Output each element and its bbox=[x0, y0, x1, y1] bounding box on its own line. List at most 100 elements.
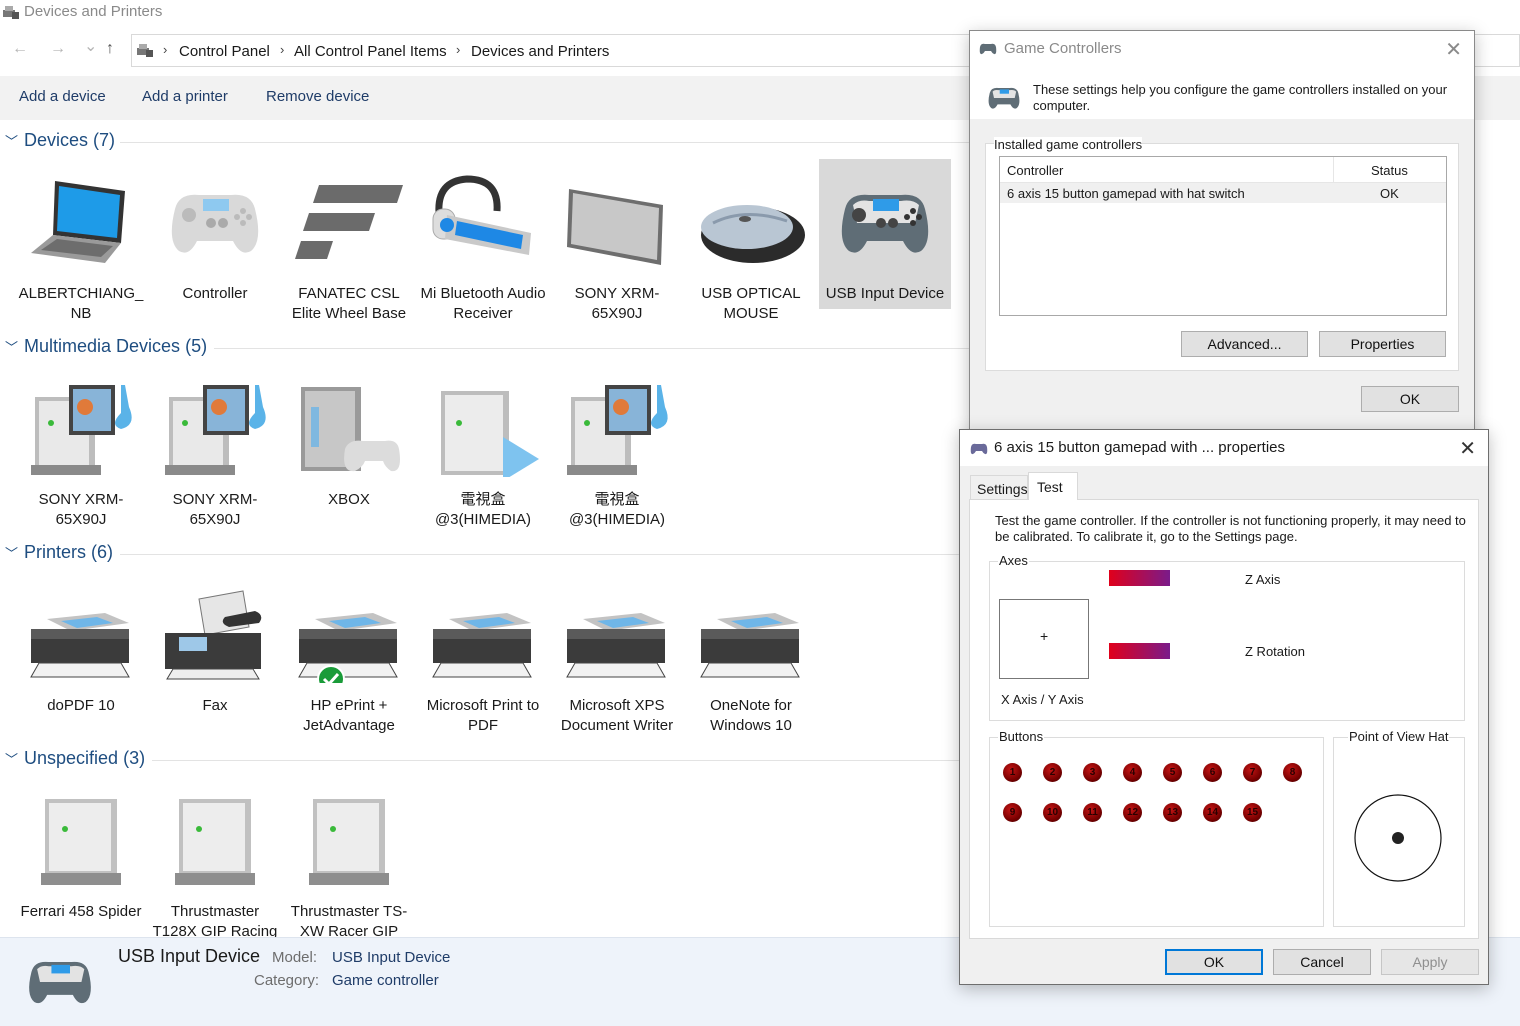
add-device-button[interactable]: Add a device bbox=[19, 88, 106, 105]
group-header-printers[interactable]: ﹀ Printers (6) bbox=[0, 542, 980, 568]
breadcrumb-all-items[interactable]: All Control Panel Items bbox=[294, 43, 447, 60]
printer-icon bbox=[561, 583, 673, 683]
device-tile[interactable]: Mi Bluetooth Audio Receiver bbox=[417, 159, 549, 322]
group-header-devices[interactable]: ﹀ Devices (7) bbox=[0, 130, 980, 156]
group-label: Installed game controllers bbox=[994, 137, 1143, 152]
device-tile[interactable]: HP ePrint + JetAdvantage bbox=[283, 571, 415, 734]
cancel-button[interactable]: Cancel bbox=[1273, 949, 1371, 975]
close-icon[interactable]: ✕ bbox=[1445, 37, 1462, 62]
gamepad-button-indicator: 3 bbox=[1083, 763, 1102, 782]
ok-button[interactable]: OK bbox=[1361, 386, 1459, 412]
device-tile[interactable]: 電視盒 @3(HIMEDIA) bbox=[417, 365, 549, 528]
gamepad-button-indicator: 1 bbox=[1003, 763, 1022, 782]
properties-button[interactable]: Properties bbox=[1319, 331, 1446, 357]
printer-icon bbox=[427, 583, 539, 683]
media-server-icon bbox=[159, 377, 271, 477]
monitor-icon bbox=[561, 171, 673, 271]
device-tile[interactable]: XBOX bbox=[283, 365, 415, 515]
tower-icon bbox=[159, 789, 271, 889]
device-label: Controller bbox=[182, 285, 248, 302]
installed-controllers-group: Installed game controllers Controller St… bbox=[985, 137, 1459, 371]
group-header-unspecified[interactable]: ﹀ Unspecified (3) bbox=[0, 748, 980, 774]
group-count: (6) bbox=[91, 542, 114, 562]
chevron-down-icon: ﹀ bbox=[5, 340, 19, 355]
device-tile[interactable]: 電視盒 @3(HIMEDIA) bbox=[551, 365, 683, 528]
device-label: Microsoft XPS Document Writer bbox=[560, 697, 674, 734]
column-header-status[interactable]: Status bbox=[1371, 163, 1408, 178]
window-titlebar: Devices and Printers bbox=[0, 0, 1520, 26]
advanced-button[interactable]: Advanced... bbox=[1181, 331, 1308, 357]
device-tile[interactable]: Ferrari 458 Spider bbox=[15, 777, 147, 927]
device-tile[interactable]: USB OPTICAL MOUSE bbox=[685, 159, 817, 322]
chevron-down-icon: ﹀ bbox=[5, 546, 19, 561]
controller-status: OK bbox=[1380, 186, 1399, 201]
tab-test[interactable]: Test bbox=[1028, 472, 1078, 500]
device-label: Fax bbox=[202, 697, 228, 714]
up-arrow-icon[interactable]: ↑ bbox=[106, 40, 114, 58]
device-tile[interactable]: SONY XRM-65X90J bbox=[149, 365, 281, 528]
xy-crosshair: + bbox=[1040, 628, 1049, 644]
group-name: Devices bbox=[24, 130, 89, 150]
breadcrumb-control-panel[interactable]: Control Panel bbox=[179, 43, 270, 60]
device-tile[interactable]: SONY XRM-65X90J bbox=[15, 365, 147, 528]
recent-locations-chevron-icon[interactable]: ⌄ bbox=[84, 36, 97, 56]
device-tile[interactable]: Fax bbox=[149, 571, 281, 721]
device-label: 電視盒 @3(HIMEDIA) bbox=[434, 491, 532, 528]
device-label: Thrustmaster TS-XW Racer GIP bbox=[290, 903, 408, 940]
gamepad-button-indicator: 12 bbox=[1123, 803, 1142, 822]
details-model-value: USB Input Device bbox=[332, 949, 451, 966]
device-tile[interactable]: SONY XRM-65X90J bbox=[551, 159, 683, 322]
remove-device-button[interactable]: Remove device bbox=[266, 88, 369, 105]
pov-hat-label: Point of View Hat bbox=[1348, 729, 1450, 744]
group-header-multimedia[interactable]: ﹀ Multimedia Devices (5) bbox=[0, 336, 980, 362]
chevron-down-icon: ﹀ bbox=[5, 752, 19, 767]
device-tile[interactable]: Microsoft XPS Document Writer bbox=[551, 571, 683, 734]
gamepad-icon bbox=[829, 171, 941, 271]
device-tile[interactable]: FANATEC CSL Elite Wheel Base bbox=[283, 159, 415, 322]
details-device-name: USB Input Device bbox=[118, 946, 261, 966]
mouse-icon bbox=[695, 171, 807, 271]
details-category-value: Game controller bbox=[332, 972, 439, 989]
details-model-label: Model: bbox=[272, 949, 318, 966]
device-label: HP ePrint + JetAdvantage bbox=[303, 697, 395, 734]
table-row[interactable]: 6 axis 15 button gamepad with hat switch… bbox=[1000, 183, 1446, 203]
z-axis-label: Z Axis bbox=[1245, 572, 1281, 587]
tower-icon bbox=[25, 789, 137, 889]
close-icon[interactable]: ✕ bbox=[1459, 436, 1476, 461]
ok-button[interactable]: OK bbox=[1165, 949, 1263, 975]
device-label: XBOX bbox=[328, 491, 370, 508]
gamepad-icon bbox=[20, 952, 100, 1016]
gamepad-button-indicator: 15 bbox=[1243, 803, 1262, 822]
gamepad-button-indicator: 4 bbox=[1123, 763, 1142, 782]
device-label: Microsoft Print to PDF bbox=[426, 697, 540, 734]
controllers-list[interactable]: Controller Status 6 axis 15 button gamep… bbox=[999, 156, 1447, 316]
device-tile[interactable]: ALBERTCHIANG_ NB bbox=[15, 159, 147, 322]
device-label: Ferrari 458 Spider bbox=[20, 903, 142, 920]
device-tile[interactable]: doPDF 10 bbox=[15, 571, 147, 721]
group-name: Multimedia Devices bbox=[24, 336, 181, 356]
xy-axis-label: X Axis / Y Axis bbox=[1001, 692, 1084, 707]
device-tile[interactable]: Controller bbox=[149, 159, 281, 309]
apply-button[interactable]: Apply bbox=[1381, 949, 1479, 975]
tab-settings[interactable]: Settings bbox=[970, 475, 1028, 499]
back-arrow-icon[interactable]: ← bbox=[12, 40, 28, 58]
add-printer-button[interactable]: Add a printer bbox=[142, 88, 228, 105]
media-server-icon bbox=[561, 377, 673, 477]
breadcrumb-devices-printers[interactable]: Devices and Printers bbox=[471, 43, 609, 60]
gamepad-button-indicator: 11 bbox=[1083, 803, 1102, 822]
device-tile-selected[interactable]: USB Input Device bbox=[819, 159, 951, 309]
device-tile[interactable]: Thrustmaster T128X GIP Racing bbox=[149, 777, 281, 940]
xy-axis-box: + bbox=[999, 599, 1089, 679]
forward-arrow-icon[interactable]: → bbox=[50, 40, 66, 58]
printer-default-icon bbox=[293, 583, 405, 693]
buttons-group: Buttons 1 2 3 4 5 6 7 8 9 10 11 12 13 14… bbox=[989, 729, 1324, 927]
gamepad-icon bbox=[984, 83, 1024, 117]
column-header-controller[interactable]: Controller bbox=[1007, 163, 1063, 178]
device-label: ALBERTCHIANG_ NB bbox=[18, 285, 144, 322]
gamepad-button-indicator: 5 bbox=[1163, 763, 1182, 782]
pov-hat-group: Point of View Hat bbox=[1333, 729, 1465, 927]
device-tile[interactable]: Thrustmaster TS-XW Racer GIP bbox=[283, 777, 415, 940]
device-tile[interactable]: Microsoft Print to PDF bbox=[417, 571, 549, 734]
device-tile[interactable]: OneNote for Windows 10 bbox=[685, 571, 817, 734]
list-header: Controller Status bbox=[1000, 157, 1446, 183]
